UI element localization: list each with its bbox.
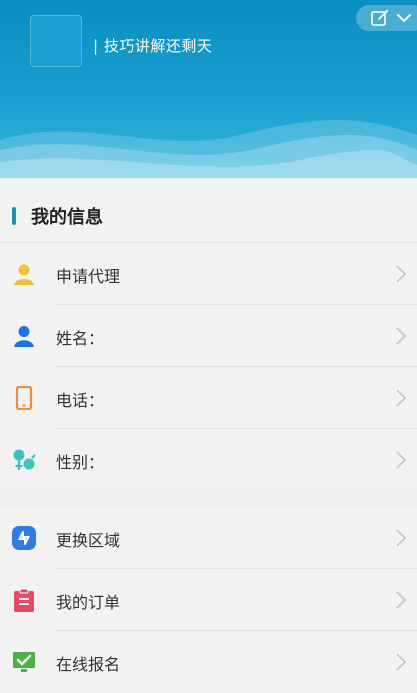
row-label: 我的订单 — [56, 593, 121, 612]
row-label: 更换区域 — [56, 531, 121, 550]
edit-icon — [371, 10, 388, 26]
chevron-down-icon — [397, 14, 411, 23]
chevron-right-icon — [396, 529, 406, 547]
header-waves — [0, 120, 417, 178]
group-gap — [0, 488, 417, 508]
row-name[interactable]: 姓名： — [0, 305, 417, 367]
phone-icon — [15, 386, 33, 410]
row-label: 申请代理 — [56, 267, 121, 286]
row-change-region[interactable]: 更换区域 — [0, 507, 417, 569]
row-my-orders[interactable]: 我的订单 — [0, 569, 417, 631]
edit-profile-button[interactable] — [356, 5, 417, 31]
header-tagline: | 技巧讲解还剩天 — [93, 37, 213, 55]
row-label: 电话： — [56, 391, 105, 410]
chevron-right-icon — [396, 265, 406, 283]
section-accent-bar — [12, 207, 16, 225]
person-icon — [14, 326, 34, 347]
row-phone[interactable]: 电话： — [0, 367, 417, 429]
profile-header: | 技巧讲解还剩天 — [0, 0, 417, 178]
row-label: 性别： — [56, 453, 105, 472]
row-online-signup[interactable]: 在线报名 — [0, 631, 417, 693]
row-label: 姓名： — [56, 329, 105, 348]
section-title: 我的信息 — [31, 207, 103, 228]
avatar[interactable] — [30, 15, 82, 67]
row-label: 在线报名 — [56, 655, 121, 674]
row-gender[interactable]: 性别： — [0, 429, 417, 491]
order-clipboard-icon — [14, 588, 34, 612]
chevron-right-icon — [396, 653, 406, 671]
chevron-right-icon — [396, 327, 406, 345]
gender-icon — [13, 449, 36, 470]
chevron-right-icon — [396, 389, 406, 407]
swap-region-icon — [12, 526, 36, 550]
chevron-right-icon — [396, 451, 406, 469]
row-apply-agent[interactable]: 申请代理 — [0, 243, 417, 305]
online-signup-icon — [13, 652, 35, 672]
chevron-right-icon — [396, 591, 406, 609]
agent-person-icon — [14, 264, 34, 285]
